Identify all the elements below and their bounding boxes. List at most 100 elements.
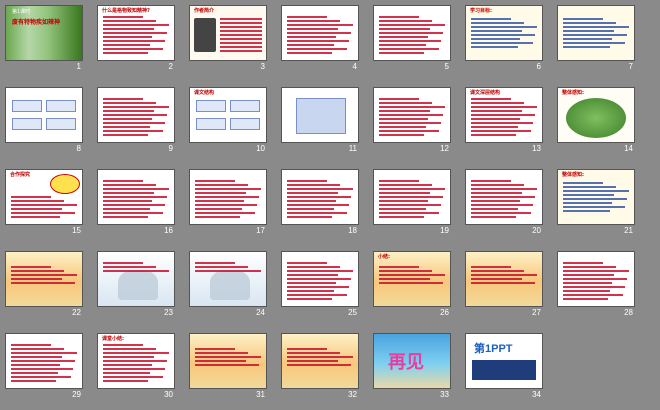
- slide-thumbnail[interactable]: [281, 5, 359, 61]
- text-line: [103, 184, 156, 186]
- slide-thumbnail[interactable]: 学习目标:: [465, 5, 543, 61]
- slide-thumbnail[interactable]: [189, 333, 267, 389]
- slide-cell[interactable]: 16: [97, 169, 175, 244]
- slide-title: 作者简介: [194, 8, 215, 14]
- slide-cell[interactable]: 课堂小结: 30: [97, 333, 175, 408]
- slide-cell[interactable]: 作者简介 3: [189, 5, 267, 80]
- slide-cell[interactable]: 4: [281, 5, 359, 80]
- slide-cell[interactable]: 整体感知: 14: [557, 87, 635, 162]
- slide-thumbnail[interactable]: [189, 251, 267, 307]
- slide-thumbnail[interactable]: 课堂小结:: [97, 333, 175, 389]
- slide-cell[interactable]: 课文结构 10: [189, 87, 267, 162]
- slide-number: 29: [72, 390, 81, 399]
- slide-cell[interactable]: 17: [189, 169, 267, 244]
- text-line: [103, 192, 154, 194]
- text-line: [379, 114, 443, 116]
- slide-thumbnail[interactable]: [557, 251, 635, 307]
- snow-tree: [210, 270, 250, 300]
- slide-thumbnail[interactable]: [281, 333, 359, 389]
- text-line: [379, 180, 419, 182]
- text-line: [471, 126, 518, 128]
- slide-cell[interactable]: 学习目标: 6: [465, 5, 543, 80]
- slide-cell[interactable]: 24: [189, 251, 267, 326]
- text-line: [103, 118, 152, 120]
- slide-cell[interactable]: 32: [281, 333, 359, 408]
- slide-thumbnail[interactable]: [5, 333, 83, 389]
- slide-thumbnail[interactable]: [281, 87, 359, 143]
- slide-cell[interactable]: 什么是格物致知精神? 2: [97, 5, 175, 80]
- text-line: [11, 212, 75, 214]
- text-line: [379, 208, 426, 210]
- slide-cell[interactable]: 7: [557, 5, 635, 80]
- slide-thumbnail[interactable]: [373, 87, 451, 143]
- slide-cell[interactable]: 5: [373, 5, 451, 80]
- slide-thumbnail[interactable]: [373, 5, 451, 61]
- slide-thumbnail[interactable]: [373, 169, 451, 225]
- text-line: [379, 216, 424, 218]
- slide-thumbnail[interactable]: [557, 5, 635, 61]
- slide-thumbnail[interactable]: [281, 251, 359, 307]
- slide-cell[interactable]: 23: [97, 251, 175, 326]
- slide-thumbnail[interactable]: 课文深层结构: [465, 87, 543, 143]
- text-line: [11, 348, 64, 350]
- slide-thumbnail[interactable]: [97, 87, 175, 143]
- slide-thumbnail[interactable]: [97, 169, 175, 225]
- slide-cell[interactable]: 第1课时 废有特物疾如辣神 1: [5, 5, 83, 80]
- slide-thumbnail[interactable]: 合作探究: [5, 169, 83, 225]
- slide-cell[interactable]: 课文深层结构 13: [465, 87, 543, 162]
- slide-thumbnail[interactable]: [465, 251, 543, 307]
- slide-cell[interactable]: 整体感知: 21: [557, 169, 635, 244]
- slide-cell[interactable]: 29: [5, 333, 83, 408]
- text-line: [103, 122, 165, 124]
- slide-cell[interactable]: 12: [373, 87, 451, 162]
- slide-cell[interactable]: 19: [373, 169, 451, 244]
- text-line: [471, 212, 531, 214]
- slide-cell[interactable]: 再见 33: [373, 333, 451, 408]
- slide-thumbnail[interactable]: [97, 251, 175, 307]
- slide-thumbnail[interactable]: 再见: [373, 333, 451, 389]
- slide-cell[interactable]: 18: [281, 169, 359, 244]
- text-line: [379, 212, 439, 214]
- slide-thumbnail[interactable]: 小结:: [373, 251, 451, 307]
- text-line: [11, 278, 62, 280]
- slide-thumbnail[interactable]: 第1课时 废有特物疾如辣神: [5, 5, 83, 61]
- slide-thumbnail[interactable]: [5, 87, 83, 143]
- text-line: [563, 38, 612, 40]
- slide-cell[interactable]: 27: [465, 251, 543, 326]
- slide-cell[interactable]: 8: [5, 87, 83, 162]
- slide-thumbnail[interactable]: 整体感知:: [557, 87, 635, 143]
- slide-cell[interactable]: 22: [5, 251, 83, 326]
- slide-thumbnail[interactable]: 课文结构: [189, 87, 267, 143]
- slide-cell[interactable]: 合作探究 15: [5, 169, 83, 244]
- slide-thumbnail[interactable]: [5, 251, 83, 307]
- slide-cell[interactable]: 20: [465, 169, 543, 244]
- slide-title: 课文深层结构: [470, 90, 501, 96]
- text-line: [220, 30, 262, 32]
- text-line: [287, 24, 353, 26]
- text-line: [379, 32, 443, 34]
- slide-thumbnail[interactable]: [189, 169, 267, 225]
- slide-thumbnail[interactable]: 作者简介: [189, 5, 267, 61]
- slide-thumbnail[interactable]: [465, 169, 543, 225]
- slide-cell[interactable]: 9: [97, 87, 175, 162]
- slide-cell[interactable]: 小结: 26: [373, 251, 451, 326]
- text-line: [103, 98, 143, 100]
- slide-thumbnail[interactable]: 什么是格物致知精神?: [97, 5, 175, 61]
- text-line: [103, 208, 150, 210]
- slide-cell[interactable]: 11: [281, 87, 359, 162]
- slide-cell[interactable]: 28: [557, 251, 635, 326]
- slide-cell[interactable]: 31: [189, 333, 267, 408]
- text-line: [471, 180, 511, 182]
- text-line: [563, 198, 627, 200]
- text-line: [563, 270, 629, 272]
- slide-number: 33: [440, 390, 449, 399]
- slide-cell[interactable]: 第1PPT 34: [465, 333, 543, 408]
- slide-thumbnail[interactable]: [281, 169, 359, 225]
- text-line: [471, 274, 537, 276]
- slide-thumbnail[interactable]: 整体感知:: [557, 169, 635, 225]
- text-line: [11, 200, 64, 202]
- slide-cell[interactable]: 25: [281, 251, 359, 326]
- slide-thumbnail[interactable]: 第1PPT: [465, 333, 543, 389]
- slide-number: 17: [256, 226, 265, 235]
- text-line: [563, 42, 625, 44]
